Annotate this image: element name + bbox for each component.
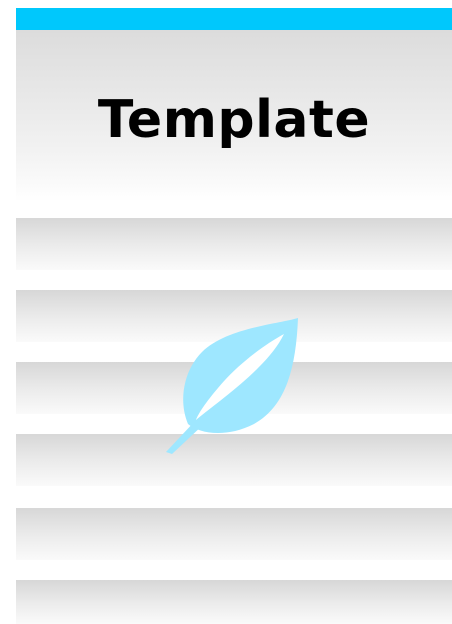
header-area: Template: [16, 30, 452, 202]
template-card: Template: [16, 8, 452, 624]
page-title: Template: [97, 90, 371, 150]
stripe-row: [16, 580, 452, 624]
stripe-row: [16, 508, 452, 560]
stripe-row: [16, 218, 452, 270]
accent-top-bar: [16, 8, 452, 30]
leaf-icon: [166, 316, 302, 454]
